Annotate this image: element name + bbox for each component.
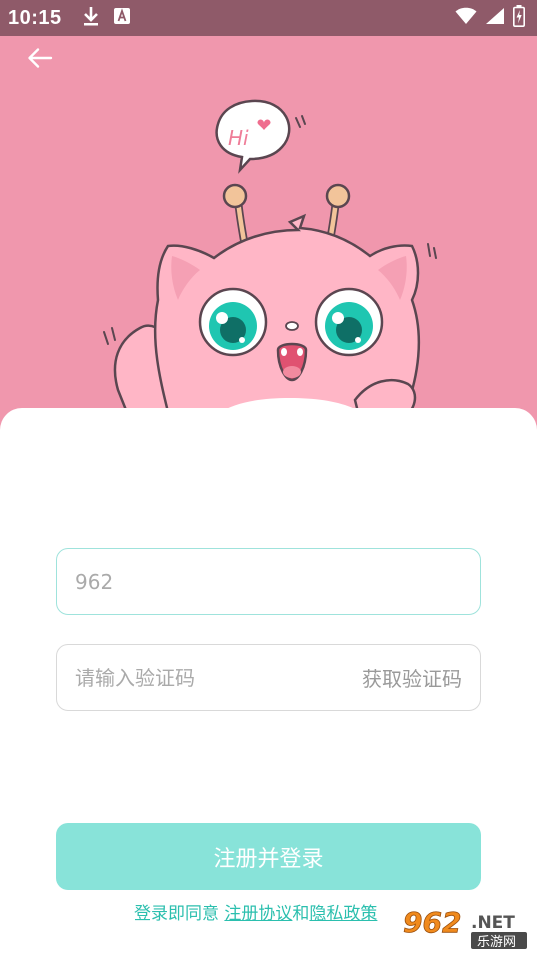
verification-code-field[interactable]: 获取验证码: [56, 644, 481, 711]
status-icons-left: [82, 6, 130, 30]
watermark-sub: 乐游网: [477, 935, 516, 950]
agreement-prefix: 登录即同意: [134, 904, 219, 924]
phone-field[interactable]: [56, 548, 481, 615]
hero-banner: Hi: [0, 36, 537, 436]
terms-link[interactable]: 注册协议: [224, 904, 292, 924]
speech-bubble-text: Hi: [228, 126, 249, 150]
status-bar: 10:15: [0, 0, 537, 36]
download-icon: [82, 6, 100, 30]
a-box-icon: [113, 8, 130, 28]
verification-code-input[interactable]: [75, 665, 362, 690]
watermark-suffix: .NET: [471, 913, 515, 933]
watermark-number: 962: [403, 906, 461, 939]
privacy-link[interactable]: 隐私政策: [309, 904, 377, 924]
wifi-icon: [455, 7, 477, 29]
battery-icon: [513, 5, 525, 31]
agreement-conjunction: 和: [292, 904, 310, 924]
status-time: 10:15: [8, 6, 62, 29]
watermark-logo: 962 .NET 乐游网: [399, 900, 531, 952]
phone-input[interactable]: [75, 569, 462, 594]
register-login-button[interactable]: 注册并登录: [56, 823, 481, 890]
agreement-text: 登录即同意 注册协议和隐私政策: [134, 899, 377, 924]
signal-icon: [485, 7, 505, 29]
speech-bubble: Hi: [215, 99, 306, 174]
mascot-illustration: Hi: [103, 99, 437, 436]
get-code-button[interactable]: 获取验证码: [362, 663, 462, 692]
status-icons-right: [455, 5, 525, 31]
